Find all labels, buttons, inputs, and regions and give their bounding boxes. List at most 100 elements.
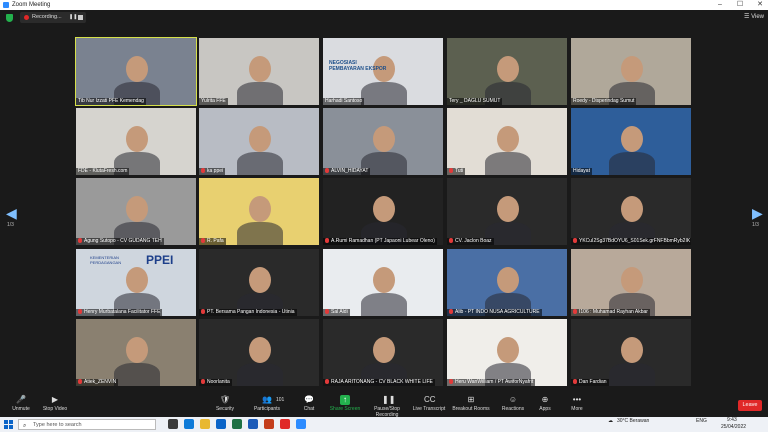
- windows-start-icon[interactable]: [4, 420, 13, 429]
- participant-tile[interactable]: YKCuI2Sg37BdOYU6_S01Sek.grFNFBbmRyb2IK: [570, 177, 692, 246]
- recording-indicator: Recording... ❚❚: [20, 12, 86, 23]
- toolbar-breakout-rooms-button[interactable]: ⊞ Breakout Rooms: [450, 395, 492, 412]
- participant-tile[interactable]: ALVIN_HIDAYAT: [322, 107, 444, 176]
- participant-name-text: R. Pafa: [207, 238, 224, 244]
- toolbar-label: Stop Video: [42, 406, 68, 412]
- participant-body: [361, 82, 407, 105]
- task-view-icon[interactable]: [168, 419, 178, 429]
- slide-kementerian: KEMENTERIAN PERDAGANGAN: [90, 255, 122, 265]
- participant-name-text: Sal Aldi: [331, 309, 348, 315]
- stop-recording-icon[interactable]: [78, 15, 83, 20]
- close-button[interactable]: ✕: [752, 0, 768, 10]
- pdf-reader-icon[interactable]: [280, 419, 290, 429]
- word-icon[interactable]: [248, 419, 258, 429]
- zoom-taskbar-icon[interactable]: [296, 419, 306, 429]
- participant-tile[interactable]: Sal Aldi: [322, 248, 444, 317]
- next-page-arrow-icon[interactable]: ▶: [752, 205, 763, 222]
- pause-recording-icon[interactable]: ❚❚: [69, 12, 77, 23]
- muted-mic-icon: [449, 309, 453, 315]
- participant-name: Alib - PT INDO NUSA AGRICULTURE: [447, 309, 542, 316]
- participant-tile[interactable]: FDE - KlutaFresh.com: [75, 107, 197, 176]
- mail-icon[interactable]: [216, 419, 226, 429]
- participant-tile[interactable]: PT. Bersama Pangan Indonesia - Utinia: [198, 248, 320, 317]
- participant-name-text: CV. Jaclon Boaz: [455, 238, 492, 244]
- participant-name: Yulrita FFE: [199, 98, 228, 105]
- participant-tile[interactable]: Agung Sutopo - CV GUDANG TEH: [75, 177, 197, 246]
- participant-tile[interactable]: Hidayat: [570, 107, 692, 176]
- participant-tile[interactable]: RAJA ARITONANG - CV BLACK WHITE LIFE: [322, 318, 444, 387]
- taskbar-search-input[interactable]: ⌕ Type here to search: [18, 419, 156, 430]
- participant-tile[interactable]: ka ppei: [198, 107, 320, 176]
- participant-tile[interactable]: Tuti: [446, 107, 568, 176]
- leave-button[interactable]: Leave: [738, 400, 762, 411]
- participant-tile[interactable]: Harhadi Santoso NEGOSIASI PEMBAYARAN EKSP…: [322, 37, 444, 106]
- muted-mic-icon: [78, 238, 82, 244]
- edge-browser-icon[interactable]: [184, 419, 194, 429]
- participant-name-text: A.Rumi Ramadhan (PT Japaoni Lubear Oleno…: [331, 238, 435, 244]
- participant-tile[interactable]: Yulrita FFE: [198, 37, 320, 106]
- toolbar-pause-stop-recording-button[interactable]: ❚❚ Pause/Stop Recording: [366, 395, 408, 418]
- maximize-button[interactable]: ☐: [732, 0, 748, 10]
- previous-page-arrow-icon[interactable]: ◀: [6, 205, 17, 222]
- toolbar-stop-video-button[interactable]: ▶ Stop Video: [34, 395, 76, 412]
- participant-tile[interactable]: Noorlanita: [198, 318, 320, 387]
- participant-face: [249, 56, 271, 82]
- muted-mic-icon: [573, 379, 577, 385]
- toolbar-live-transcript-button[interactable]: CC Live Transcript: [408, 395, 450, 412]
- toolbar-label: Chat: [303, 406, 315, 412]
- participant-name-text: Tuti: [455, 168, 464, 174]
- recording-label: Recording...: [32, 14, 62, 20]
- minimize-button[interactable]: –: [712, 0, 728, 10]
- muted-mic-icon: [201, 309, 205, 315]
- toolbar-more-button[interactable]: ••• More: [556, 395, 598, 412]
- participant-name-text: Henry Murbatalana Facilitator FFE: [84, 309, 161, 315]
- participant-name: CV. Jaclon Boaz: [447, 238, 494, 245]
- clock-date[interactable]: 25/04/2022: [721, 424, 746, 430]
- toolbar-share-screen-button[interactable]: ↑ Share Screen: [324, 395, 366, 412]
- participant-name: Tib Nur Izzati PFE Kemendag: [76, 98, 146, 105]
- participant-tile[interactable]: Heru WanWilliam / PT AwiforNyafrit: [446, 318, 568, 387]
- participant-tile[interactable]: R. Pafa: [198, 177, 320, 246]
- participant-name-text: Atiek_ZENVIN: [84, 379, 117, 385]
- toolbar-label: Security: [215, 406, 235, 412]
- file-explorer-icon[interactable]: [200, 419, 210, 429]
- participant-tile[interactable]: Atiek_ZENVIN: [75, 318, 197, 387]
- participant-face: [126, 196, 148, 222]
- participant-name-text: Agung Sutopo - CV GUDANG TEH: [84, 238, 162, 244]
- language-indicator[interactable]: ENG: [696, 418, 707, 424]
- participant-name: Hidayat: [571, 168, 592, 175]
- muted-mic-icon: [78, 379, 82, 385]
- participant-body: [485, 152, 531, 175]
- participant-name: I106 : Muhamad Rayhan Akbar: [571, 309, 650, 316]
- toolbar-security-button[interactable]: 🛡 Security: [204, 395, 246, 412]
- view-button[interactable]: ☰ View: [744, 12, 764, 23]
- participant-name-text: ka ppei: [207, 168, 224, 174]
- window-title: Zoom Meeting: [12, 2, 51, 8]
- powerpoint-icon[interactable]: [264, 419, 274, 429]
- clock-time[interactable]: 9:43: [727, 417, 737, 423]
- participant-name: Tuti: [447, 168, 466, 175]
- participant-face: [249, 196, 271, 222]
- muted-mic-icon: [573, 238, 577, 244]
- participant-tile[interactable]: I106 : Muhamad Rayhan Akbar: [570, 248, 692, 317]
- participant-face: [621, 267, 643, 293]
- participant-tile[interactable]: A.Rumi Ramadhan (PT Japaoni Lubear Oleno…: [322, 177, 444, 246]
- participant-tile[interactable]: Tib Nur Izzati PFE Kemendag: [75, 37, 197, 106]
- participant-face: [621, 337, 643, 363]
- participant-tile[interactable]: Alib - PT INDO NUSA AGRICULTURE: [446, 248, 568, 317]
- participant-face: [126, 267, 148, 293]
- participant-body: [609, 363, 655, 386]
- participant-name-text: YKCuI2Sg37BdOYU6_S01Sek.grFNFBbmRyb2IK: [579, 238, 691, 244]
- security-shield-icon[interactable]: [6, 14, 13, 22]
- participant-tile[interactable]: Tery _ DAGLU SUMUT: [446, 37, 568, 106]
- participant-tile[interactable]: Henry Murbatalana Facilitator FFE PPEI KEM…: [75, 248, 197, 317]
- weather-label[interactable]: 30°C Berawan: [617, 418, 649, 424]
- participant-face: [621, 196, 643, 222]
- excel-icon[interactable]: [232, 419, 242, 429]
- slide-ppei: PPEI: [146, 253, 174, 267]
- participant-tile[interactable]: Roedy - Disperindag Sumut: [570, 37, 692, 106]
- participant-name: A.Rumi Ramadhan (PT Japaoni Lubear Oleno…: [323, 238, 437, 245]
- participant-tile[interactable]: Dan Fardian: [570, 318, 692, 387]
- toolbar-label: Participants: [253, 406, 281, 412]
- participant-tile[interactable]: CV. Jaclon Boaz: [446, 177, 568, 246]
